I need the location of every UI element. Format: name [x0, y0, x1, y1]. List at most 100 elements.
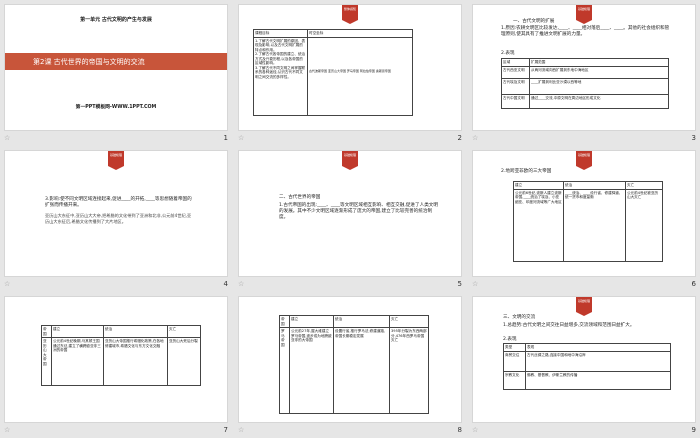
section-tag: 基础梳理 — [342, 151, 358, 170]
subheading: 2.表现 — [501, 51, 515, 56]
timeline-cell: 古代波斯帝国 亚历山大帝国 罗马帝国 阿拉伯帝国 奥斯曼帝国 — [307, 36, 413, 116]
col-header: 灭亡 — [167, 325, 201, 338]
unit-title: 第一单元 古代文明的产生与发展 — [80, 17, 152, 23]
region-cell: 古代埃及文明 — [501, 77, 530, 95]
lesson-title-band: 第2课 古代世界的帝国与文明的交流 — [5, 53, 227, 70]
slide-number: 5 — [457, 280, 462, 288]
star-icon[interactable]: ☆ — [4, 426, 10, 434]
col-header: 统治 — [103, 325, 168, 338]
slide-meta-5: ☆ 5 — [238, 278, 462, 292]
scope-header: 扩展范围 — [529, 58, 669, 67]
detail-cell: 古代丝绸之路,连接中国和地中海沿岸 — [525, 350, 671, 372]
slide-meta-7: ☆ 7 — [4, 424, 228, 438]
section-heading: 一、古代文明的扩展 — [513, 19, 555, 24]
col-header: 帝国 — [41, 325, 52, 338]
impact-paragraph: 3.影响:使不同文明区域连接起来,促进____的开拓,____等思想随着帝国的扩… — [45, 197, 192, 208]
region-header: 区域 — [501, 58, 530, 67]
detail-cell: 佛教、基督教、伊斯兰教的传播 — [525, 370, 671, 390]
section-tag: 基础梳理 — [576, 297, 592, 316]
section-tag: 基础梳理 — [576, 151, 592, 170]
slide-number: 8 — [457, 426, 462, 434]
empire-name-cell: 罗马帝国 — [279, 327, 290, 414]
slide-thumbnail-1[interactable]: 第一单元 古代文明的产生与发展 第2课 古代世界的帝国与文明的交流 第一PPT模… — [4, 4, 228, 131]
slide-thumbnail-4[interactable]: 基础梳理 3.影响:使不同文明区域连接起来,促进____的开拓,____等思想随… — [4, 150, 228, 277]
fall-cell: 公元前4世纪被亚历山大灭亡 — [625, 188, 663, 262]
expansion-table: 区域 扩展范围 古代西亚文明 从两河流域向西扩展到东地中海地区 古代埃及文明 ____… — [501, 58, 669, 109]
star-icon[interactable]: ☆ — [472, 280, 478, 288]
star-icon[interactable]: ☆ — [4, 280, 10, 288]
slide-number: 3 — [691, 134, 696, 142]
col-header: 建立 — [513, 181, 564, 190]
empire-table: 建立 统治 灭亡 公元前6世纪,波斯人建立波斯帝国,____统治了埃及、小亚细亚… — [513, 181, 663, 262]
scope-cell: 通过____交流,中原文明在周边地区形成文化 — [529, 93, 669, 109]
slide-meta-6: ☆ 6 — [472, 278, 696, 292]
type-cell: 宗教文化 — [503, 370, 526, 390]
goals-table: 课程目标 时空坐标 1.了解古代文明扩展的原因、表现及影响,以及古代文明扩展的特点… — [253, 29, 413, 116]
section-tag: 基础梳理 — [576, 5, 592, 24]
col-header: 建立 — [289, 315, 334, 328]
slide-thumbnail-8[interactable]: 帝国 建立 统治 灭亡 罗马帝国 公元前27年,屋大维建立罗马帝国,逐步成为地跨… — [238, 296, 462, 423]
col-header: 灭亡 — [625, 181, 663, 190]
scope-cell: ____扩展到利比亚沙漠以西等地 — [529, 77, 669, 95]
slide-thumbnail-6[interactable]: 基础梳理 2.地跨亚非欧的三大帝国 建立 统治 灭亡 公元前6世纪,波斯人建立波… — [472, 150, 696, 277]
slide-thumbnail-3[interactable]: 基础梳理 一、古代文明的扩展 1.原因:农耕文明区比较发达,____、____相… — [472, 4, 696, 131]
star-icon[interactable]: ☆ — [472, 134, 478, 142]
slide-thumbnail-9[interactable]: 基础梳理 三、文明的交流 1.总趋势:古代文明之间交往日益增多,交流领域和范围日… — [472, 296, 696, 423]
type-header: 类型 — [503, 343, 526, 352]
rule-cell: 设置行省,推行罗马法,修建道路,帝国长期稳定发展 — [333, 327, 390, 414]
rule-cell: ____统治、____设行省、修建驿道、统一货币和度量衡 — [563, 188, 626, 262]
cause-paragraph: 1.原因:农耕文明区比较发达,____、____相对落后____、____。其他… — [501, 26, 670, 37]
empire-table: 帝国 建立 统治 灭亡 亚历山大帝国 公元前4世纪晚期,马其顿王国通过东征,建立… — [41, 325, 201, 386]
slide-thumbnail-7[interactable]: 帝国 建立 统治 灭亡 亚历山大帝国 公元前4世纪晚期,马其顿王国通过东征,建立… — [4, 296, 228, 423]
slide-thumbnail-5[interactable]: 基础梳理 二、古代世界的帝国 1.古代帝国的出现:____、____等文明区域相… — [238, 150, 462, 277]
slide-number: 2 — [457, 134, 462, 142]
empire-name-cell: 亚历山大帝国 — [41, 337, 52, 386]
slide-meta-3: ☆ 3 — [472, 132, 696, 146]
slide-number: 6 — [691, 280, 696, 288]
fall-cell: 亚历山大死后分裂 — [167, 337, 201, 386]
star-icon[interactable]: ☆ — [238, 280, 244, 288]
col-header: 灭亡 — [389, 315, 429, 328]
founding-cell: 公元前4世纪晚期,马其顿王国通过东征,建立了横跨欧亚非三洲的帝国 — [51, 337, 104, 386]
region-cell: 古代中国文明 — [501, 93, 530, 109]
star-icon[interactable]: ☆ — [472, 426, 478, 434]
col-header: 统治 — [333, 315, 390, 328]
section-heading: 二、古代世界的帝国 — [279, 195, 321, 200]
founding-cell: 公元前27年,屋大维建立罗马帝国,逐步成为地跨欧亚非的大帝国 — [289, 327, 334, 414]
star-icon[interactable]: ☆ — [238, 134, 244, 142]
col-header: 建立 — [51, 325, 104, 338]
slide-meta-2: ☆ 2 — [238, 132, 462, 146]
empire-table: 帝国 建立 统治 灭亡 罗马帝国 公元前27年,屋大维建立罗马帝国,逐步成为地跨… — [279, 315, 429, 414]
section-tag: 整体感知 — [342, 5, 358, 24]
fall-cell: 395年分裂为东西两部分,476年西罗马帝国灭亡 — [389, 327, 429, 414]
slide-meta-4: ☆ 4 — [4, 278, 228, 292]
slide-grid: 第一单元 古代文明的产生与发展 第2课 古代世界的帝国与文明的交流 第一PPT模… — [0, 0, 700, 438]
section-tag: 基础梳理 — [108, 151, 124, 170]
watermark-text: 第一PPT模板网-WWW.1PPT.COM — [75, 105, 157, 110]
star-icon[interactable]: ☆ — [4, 134, 10, 142]
timeline-text: 古代波斯帝国 亚历山大帝国 罗马帝国 阿拉伯帝国 奥斯曼帝国 — [309, 68, 391, 73]
section-heading: 2.地跨亚非欧的三大帝国 — [501, 169, 552, 174]
exchange-table: 类型 表现 商贸交往 古代丝绸之路,连接中国和地中海沿岸 宗教文化 佛教、基督教、伊斯… — [503, 343, 671, 390]
type-cell: 商贸交往 — [503, 350, 526, 372]
lesson-title: 第2课 古代世界的帝国与文明的交流 — [33, 58, 145, 66]
slide-number: 7 — [223, 426, 228, 434]
goals-header: 课程目标 — [253, 29, 308, 38]
trend-paragraph: 1.总趋势:古代文明之间交往日益增多,交流领域和范围日益扩大。 — [503, 323, 635, 328]
col-header: 帝国 — [279, 315, 290, 328]
detail-header: 表现 — [525, 343, 671, 352]
scope-cell: 从两河流域向西扩展到东地中海地区 — [529, 65, 669, 79]
section-heading: 三、文明的交流 — [503, 315, 536, 320]
goals-cell: 1.了解古代文明扩展的原因、表现及影响,以及古代文明扩展的特点和作用。 2.了解… — [253, 36, 308, 116]
star-icon[interactable]: ☆ — [238, 426, 244, 434]
supplement-paragraph: 亚历山大东征中,亚历山大大帝,把希腊的文化带到了亚洲和北非,公元前4世纪,亚历山… — [45, 213, 192, 224]
slide-number: 1 — [223, 134, 228, 142]
slide-number: 4 — [223, 280, 228, 288]
rule-cell: 亚历山大帝国推行希腊化政策,在各地修建城市,希腊文化与东方文化交融 — [103, 337, 168, 386]
slide-meta-8: ☆ 8 — [238, 424, 462, 438]
empire-paragraph: 1.古代帝国的出现:____、____等文明区域相互影响、相互交融,促进了人类文… — [279, 203, 438, 220]
slide-thumbnail-2[interactable]: 整体感知 课程目标 时空坐标 1.了解古代文明扩展的原因、表现及影响,以及古代文明… — [238, 4, 462, 131]
col-header: 统治 — [563, 181, 626, 190]
region-cell: 古代西亚文明 — [501, 65, 530, 79]
slide-number: 9 — [691, 426, 696, 434]
